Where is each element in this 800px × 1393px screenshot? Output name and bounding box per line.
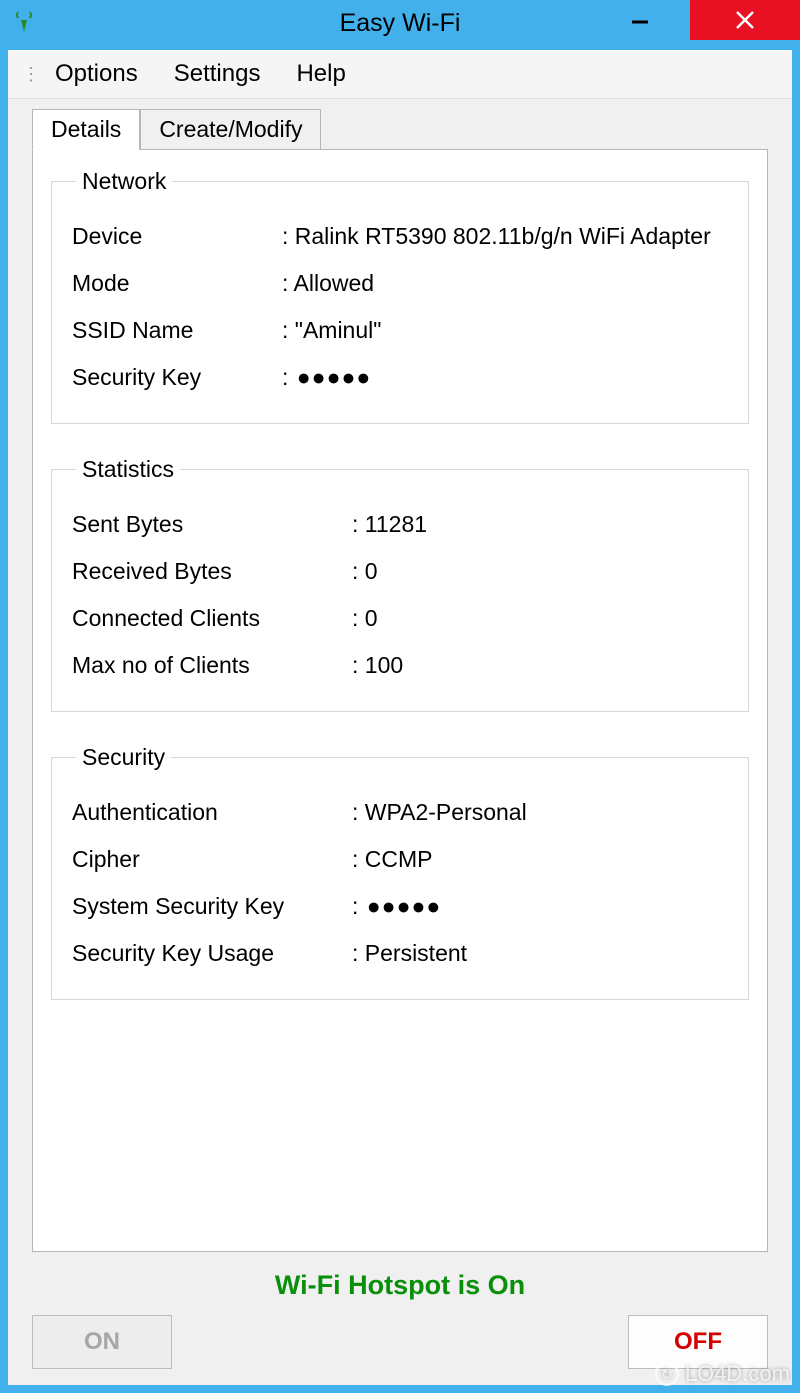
titlebar: Easy Wi-Fi: [0, 0, 800, 50]
stats-recv-label: Received Bytes: [72, 558, 352, 585]
security-syskey-value: ●●●●●: [352, 893, 441, 920]
content-area: Details Create/Modify Network DeviceRali…: [8, 99, 792, 1385]
menu-help[interactable]: Help: [296, 60, 345, 88]
tab-panel-details: Network DeviceRalink RT5390 802.11b/g/n …: [32, 149, 768, 1252]
stats-clients-label: Connected Clients: [72, 605, 352, 632]
close-button[interactable]: [690, 0, 800, 40]
group-network: Network DeviceRalink RT5390 802.11b/g/n …: [51, 168, 749, 424]
watermark-text: LO4D.com: [685, 1361, 790, 1387]
menubar: ⋮ Options Settings Help: [8, 50, 792, 99]
group-security: Security AuthenticationWPA2-Personal Cip…: [51, 744, 749, 1000]
window-title: Easy Wi-Fi: [340, 9, 461, 38]
group-network-legend: Network: [76, 168, 172, 195]
stats-max-value: 100: [352, 652, 403, 679]
network-key-label: Security Key: [72, 364, 282, 391]
network-mode-value: Allowed: [282, 270, 374, 297]
status-bar: Wi-Fi Hotspot is On: [32, 1252, 768, 1311]
tab-create-modify[interactable]: Create/Modify: [140, 109, 321, 150]
security-cipher-value: CCMP: [352, 846, 433, 873]
network-device-value: Ralink RT5390 802.11b/g/n WiFi Adapter: [282, 223, 711, 250]
menu-settings[interactable]: Settings: [174, 60, 261, 88]
network-ssid-label: SSID Name: [72, 317, 282, 344]
group-statistics-legend: Statistics: [76, 456, 180, 483]
stats-recv-value: 0: [352, 558, 378, 585]
security-auth-label: Authentication: [72, 799, 352, 826]
network-device-label: Device: [72, 223, 282, 250]
security-cipher-label: Cipher: [72, 846, 352, 873]
application-window: Easy Wi-Fi ⋮ Options Settings Help Detai…: [0, 0, 800, 1393]
watermark-icon: ↻: [655, 1362, 679, 1386]
tab-details[interactable]: Details: [32, 109, 140, 150]
app-icon: [10, 9, 38, 37]
tab-strip: Details Create/Modify: [32, 109, 768, 149]
stats-clients-value: 0: [352, 605, 378, 632]
window-controls: [590, 0, 800, 40]
security-syskey-label: System Security Key: [72, 893, 352, 920]
security-usage-label: Security Key Usage: [72, 940, 352, 967]
stats-sent-value: 11281: [352, 511, 427, 538]
security-usage-value: Persistent: [352, 940, 467, 967]
stats-sent-label: Sent Bytes: [72, 511, 352, 538]
security-auth-value: WPA2-Personal: [352, 799, 527, 826]
network-key-value: ●●●●●: [282, 364, 371, 391]
watermark: ↻ LO4D.com: [655, 1361, 790, 1387]
network-mode-label: Mode: [72, 270, 282, 297]
stats-max-label: Max no of Clients: [72, 652, 352, 679]
menubar-grip-icon: ⋮: [22, 64, 37, 85]
minimize-button[interactable]: [590, 0, 690, 40]
network-ssid-value: "Aminul": [282, 317, 381, 344]
status-text: Wi-Fi Hotspot is On: [275, 1270, 525, 1300]
on-button[interactable]: ON: [32, 1315, 172, 1369]
group-security-legend: Security: [76, 744, 171, 771]
group-statistics: Statistics Sent Bytes11281 Received Byte…: [51, 456, 749, 712]
menu-options[interactable]: Options: [55, 60, 138, 88]
